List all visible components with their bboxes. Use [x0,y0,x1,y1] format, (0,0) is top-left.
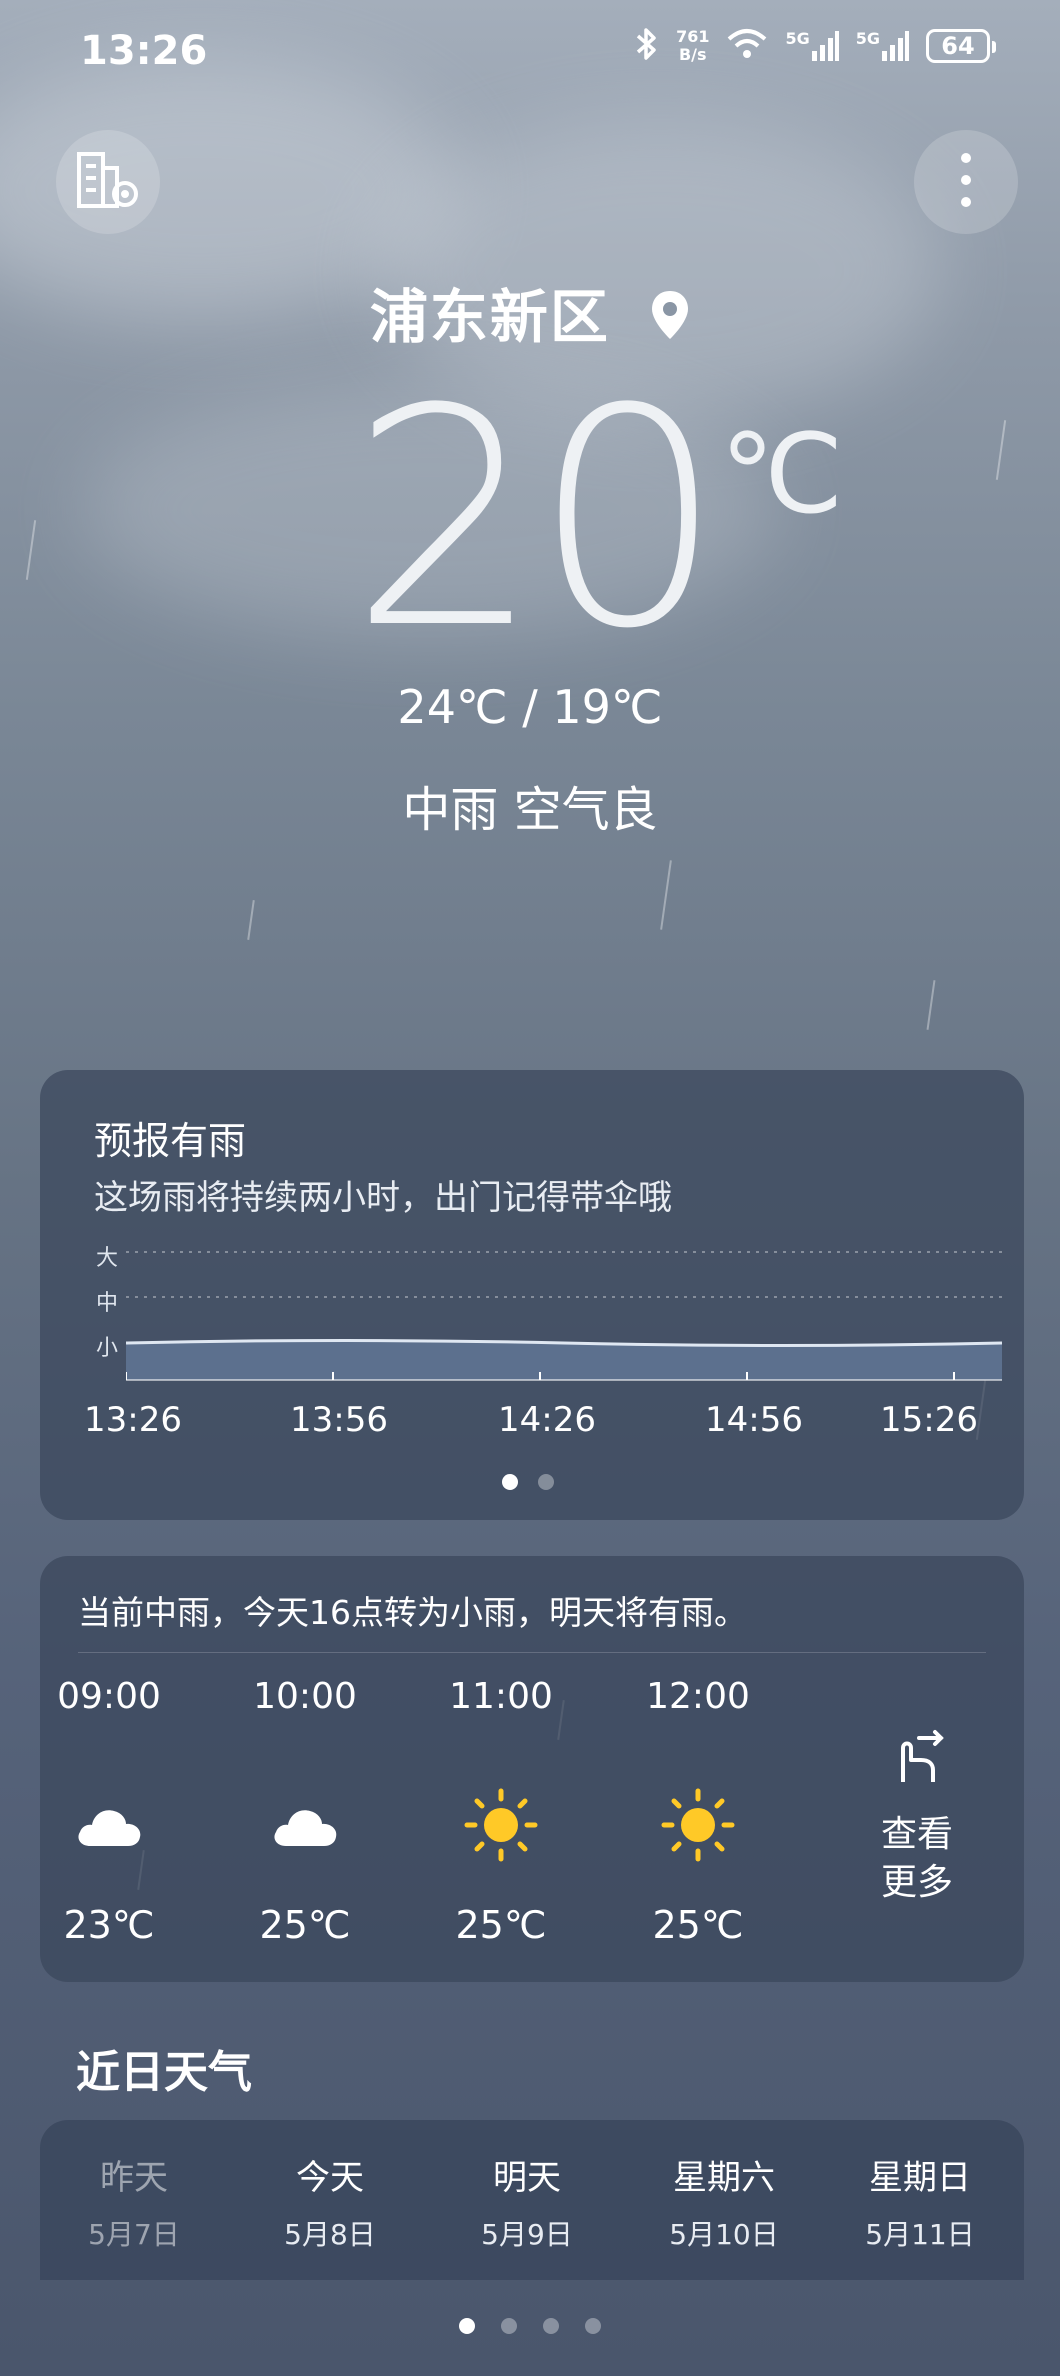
divider [78,1652,986,1653]
day-name: 明天 [493,2158,561,2198]
day-item[interactable]: 星期日 5月11日 [830,2150,1010,2253]
hour-temp: 23℃ [63,1903,155,1947]
forecast-summary: 当前中雨，今天16点转为小雨，明天将有雨。 [78,1593,747,1632]
status-bar: 13:26 761 B/s 5G 5G 64 [0,0,1060,110]
y-label-heavy: 大 [96,1246,119,1271]
building-settings-icon [73,148,143,216]
view-more-button[interactable]: 查看 更多 [862,1726,972,1907]
sun-icon [658,1785,738,1869]
more-vertical-icon [960,150,972,214]
day-item[interactable]: 今天 5月8日 [240,2150,420,2253]
day-date: 5月11日 [865,2218,975,2251]
signal-icon-2: 5G [856,29,910,63]
y-label-medium: 中 [96,1291,119,1316]
day-item[interactable]: 星期六 5月10日 [634,2150,814,2253]
time-label: 13:26 [84,1400,182,1440]
location-title[interactable]: 浦东新区 [0,270,1060,355]
rain-forecast-title: 预报有雨 [94,1119,247,1163]
day-date: 5月7日 [88,2218,180,2251]
view-more-label: 查看 [880,1814,953,1855]
weather-condition: 中雨 空气良 [402,782,658,838]
status-time: 13:26 [80,28,208,74]
page-dot[interactable] [538,1474,554,1490]
cloud-icon [270,1802,340,1852]
hour-temp: 25℃ [455,1903,547,1947]
hourly-forecast-card: 当前中雨，今天16点转为小雨，明天将有雨。 09:00 23℃ 10:00 25… [40,1556,1024,1982]
bluetooth-icon [634,26,660,66]
page-dot[interactable] [501,2318,517,2334]
time-label: 13:56 [290,1400,388,1440]
day-date: 5月10日 [669,2218,779,2251]
view-more-label: 更多 [880,1862,953,1903]
page-dot[interactable] [459,2318,475,2334]
day-date: 5月9日 [481,2218,573,2251]
time-label: 15:26 [880,1400,978,1440]
page-dot[interactable] [585,2318,601,2334]
page-dot[interactable] [502,1474,518,1490]
day-date: 5月8日 [284,2218,376,2251]
day-item[interactable]: 明天 5月9日 [437,2150,617,2253]
card-page-indicator[interactable] [502,1474,554,1490]
rain-intensity-chart [126,1251,1002,1381]
battery-indicator: 64 [926,29,996,63]
city-manage-button[interactable] [56,130,160,234]
swipe-hand-icon [862,1726,972,1799]
wifi-icon [725,27,769,65]
location-name: 浦东新区 [369,283,610,351]
cloud-icon [74,1802,144,1852]
hour-time: 11:00 [449,1676,553,1717]
page-indicator[interactable] [0,2318,1060,2334]
rain-forecast-subtitle: 这场雨将持续两小时，出门记得带伞哦 [94,1178,672,1218]
daily-section-title: 近日天气 [76,2047,252,2098]
signal-icon-1: 5G [785,29,839,63]
more-options-button[interactable] [914,130,1018,234]
hour-item: 10:00 25℃ [230,1676,380,1947]
temperature-range: 24℃ / 19℃ [397,680,663,734]
day-name: 星期日 [869,2158,971,2198]
day-name: 星期六 [673,2158,775,2198]
day-item[interactable]: 昨天 5月7日 [44,2150,224,2253]
day-name: 昨天 [100,2158,168,2198]
y-label-light: 小 [96,1336,119,1361]
temperature-unit: ℃ [720,410,844,538]
page-dot[interactable] [543,2318,559,2334]
current-temperature: 20 [350,345,724,694]
time-label: 14:26 [498,1400,596,1440]
hour-time: 10:00 [253,1676,357,1717]
hour-item: 11:00 25℃ [426,1676,576,1947]
hour-temp: 25℃ [652,1903,744,1947]
hour-temp: 25℃ [259,1903,351,1947]
hour-time: 09:00 [57,1676,161,1717]
network-speed: 761 B/s [676,27,710,64]
sun-icon [461,1785,541,1869]
rain-forecast-card[interactable]: 预报有雨 这场雨将持续两小时，出门记得带伞哦 大 中 小 13:26 13:56… [40,1070,1024,1520]
hour-item: 09:00 23℃ [34,1676,184,1947]
daily-forecast-card: 昨天 5月7日 今天 5月8日 明天 5月9日 星期六 5月10日 星期日 5月… [40,2120,1024,2280]
hour-time: 12:00 [646,1676,750,1717]
time-label: 14:56 [705,1400,803,1440]
hour-item: 12:00 25℃ [623,1676,773,1947]
day-name: 今天 [296,2158,364,2198]
